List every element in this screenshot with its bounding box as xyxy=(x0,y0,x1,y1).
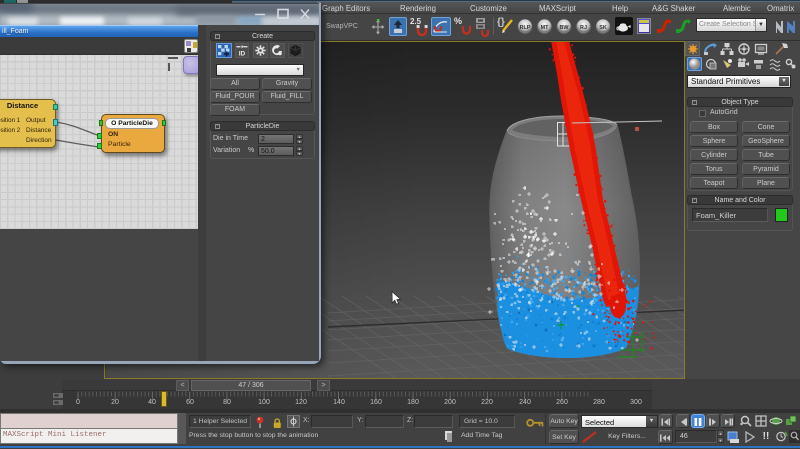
svg-text:SK: SK xyxy=(599,25,607,31)
svg-text:RLP: RLP xyxy=(520,25,531,31)
svg-text:BW: BW xyxy=(560,25,570,31)
svg-text:RJ: RJ xyxy=(580,25,587,31)
svg-text:MT: MT xyxy=(541,25,549,31)
svg-text:ID: ID xyxy=(239,51,246,58)
